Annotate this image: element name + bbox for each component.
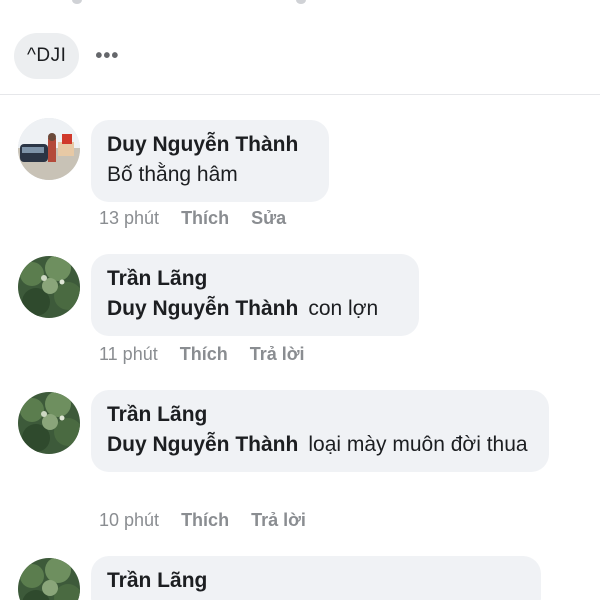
like-button[interactable]: Thích [180, 344, 228, 365]
comment-author[interactable]: Duy Nguyễn Thành [107, 130, 313, 160]
edit-button[interactable]: Sửa [251, 208, 286, 229]
comment-time[interactable]: 10 phút [99, 510, 159, 531]
comment-text: loại mày muôn đời thua [308, 433, 528, 456]
comment-text-line: Duy Nguyễn Thành con lợn [107, 294, 403, 324]
comment-time[interactable]: 13 phút [99, 208, 159, 229]
comment-author[interactable]: Trần Lãng [107, 400, 533, 430]
reply-button[interactable]: Trả lời [250, 344, 305, 365]
top-remnant [0, 0, 600, 10]
reaction-remnant-icon [296, 0, 306, 4]
more-options-icon[interactable]: ••• [95, 45, 119, 68]
avatar[interactable] [18, 118, 80, 180]
comment-actions: 11 phút Thích Trả lời [99, 344, 305, 365]
tag-bar: ^DJI ••• [14, 33, 119, 79]
divider [0, 94, 600, 95]
avatar[interactable] [18, 256, 80, 318]
avatar[interactable] [18, 558, 80, 600]
comment-text: con lợn [308, 297, 379, 320]
comment-time[interactable]: 11 phút [99, 344, 158, 365]
comment-actions: 13 phút Thích Sửa [99, 208, 286, 229]
like-button[interactable]: Thích [181, 208, 229, 229]
mention-link[interactable]: Duy Nguyễn Thành [107, 297, 298, 320]
comment-bubble: Duy Nguyễn Thành Bố thằng hâm [91, 120, 329, 202]
comment-author[interactable]: Trần Lãng [107, 264, 403, 294]
comment-bubble: Trần Lãng Duy Nguyễn Thành loại mày muôn … [91, 390, 549, 472]
avatar[interactable] [18, 392, 80, 454]
comment-text-line: Duy Nguyễn Thành loại mày muôn đời thua [107, 430, 533, 460]
comment-author[interactable]: Trần Lãng [107, 566, 525, 596]
comment-actions: 10 phút Thích Trả lời [99, 510, 306, 531]
reaction-remnant-icon [72, 0, 82, 4]
like-button[interactable]: Thích [181, 510, 229, 531]
mention-link[interactable]: Duy Nguyễn Thành [107, 433, 298, 456]
ticker-tag-chip[interactable]: ^DJI [14, 33, 80, 79]
comment-text: Bố thằng hâm [107, 163, 238, 186]
reply-button[interactable]: Trả lời [251, 510, 306, 531]
comment-bubble: Trần Lãng [91, 556, 541, 600]
comment-bubble: Trần Lãng Duy Nguyễn Thành con lợn [91, 254, 419, 336]
